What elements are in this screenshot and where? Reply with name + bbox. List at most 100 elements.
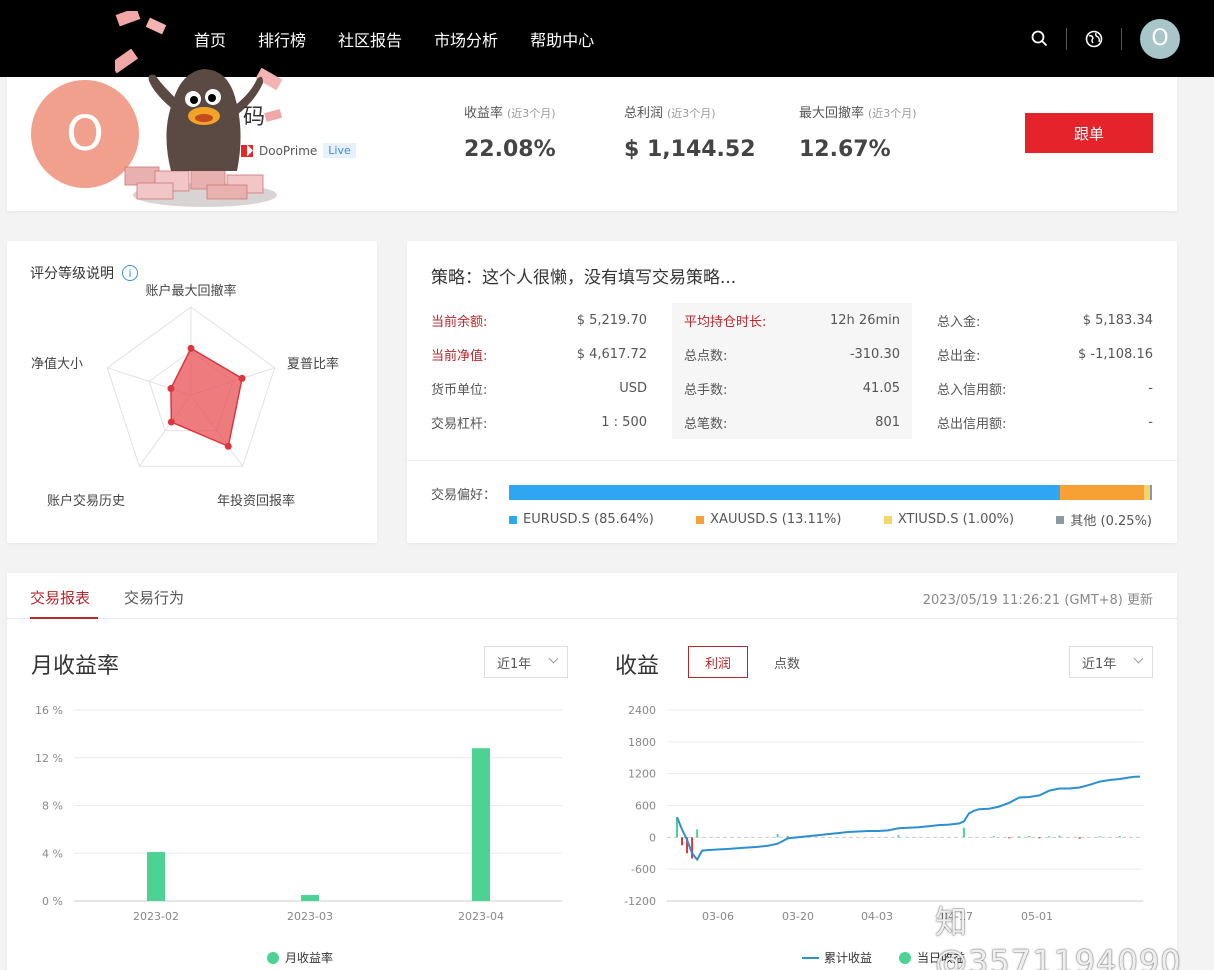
- stat-label: 总出信用额:: [937, 416, 1007, 432]
- stat-row: 总笔数: 801: [672, 405, 912, 439]
- kpi-period: (近3个月): [507, 107, 556, 120]
- legend-swatch: [1056, 515, 1065, 524]
- trader-name: 码: [243, 105, 266, 130]
- legend-swatch: [696, 515, 705, 524]
- stat-row: 总入信用额: -: [925, 371, 1165, 405]
- live-badge: Live: [323, 143, 356, 158]
- daily-profit-bar: [681, 837, 684, 846]
- stat-label: 总入信用额:: [937, 382, 1007, 398]
- kpi-value: 22.08%: [464, 137, 556, 162]
- stat-label: 平均持仓时长:: [684, 314, 767, 330]
- cumulative-profit-line[interactable]: [676, 775, 1141, 862]
- globe-icon[interactable]: [1085, 30, 1103, 48]
- y-tick-label: 2400: [628, 704, 656, 717]
- stat-value: $ 5,183.34: [1082, 312, 1153, 328]
- follow-button[interactable]: 跟单: [1025, 113, 1153, 153]
- nav-divider: [1066, 27, 1067, 50]
- legend-item: XTIUSD.S (1.00%): [883, 510, 1015, 529]
- stat-value: $ 5,219.70: [576, 312, 647, 328]
- info-icon[interactable]: i: [122, 265, 138, 281]
- daily-profit-bar: [1078, 837, 1081, 839]
- stat-row: 总点数: -310.30: [672, 337, 912, 371]
- user-avatar[interactable]: O: [1140, 18, 1180, 59]
- kpi-label: 最大回撤率: [799, 106, 865, 121]
- kpi-value: 12.67%: [799, 137, 891, 162]
- select-value: 近1年: [1082, 656, 1117, 672]
- radar-axis-label: 年投资回报率: [217, 493, 295, 509]
- nav-actions: O: [1030, 0, 1180, 77]
- daily-profit-bar: [897, 835, 900, 838]
- stat-row: 交易杠杆: 1 : 500: [419, 405, 659, 439]
- stat-label: 当前净值:: [431, 348, 488, 364]
- legend-label: XTIUSD.S (1.00%): [897, 512, 1015, 527]
- stat-label: 总手数:: [684, 382, 728, 398]
- radar-axis-label: 账户最大回撤率: [145, 283, 236, 299]
- stat-row: 当前净值: $ 4,617.72: [419, 337, 659, 371]
- daily-profit-bar: [696, 829, 699, 838]
- profit-mode-toggle[interactable]: 利润: [688, 646, 748, 678]
- stat-label: 货币单位:: [431, 382, 488, 398]
- kpi-value: $ 1,144.52: [624, 137, 756, 162]
- y-tick-label: 600: [635, 800, 656, 813]
- stat-value: -310.30: [849, 346, 900, 362]
- stat-row: 平均持仓时长: 12h 26min: [672, 303, 912, 337]
- preference-segment: [1150, 485, 1152, 500]
- legend-swatch: [509, 515, 517, 524]
- trader-profile-card: O 码 DooPrime Live 收益率 (近3个月) 22.08% 总利润 …: [7, 11, 1177, 211]
- kpi-label: 收益率: [464, 106, 504, 121]
- kpi-period: (近3个月): [667, 107, 716, 120]
- daily-profit-bar: [786, 835, 789, 838]
- preference-segment: [509, 485, 1060, 500]
- radar-score-point: [167, 384, 175, 392]
- nav-divider: [1121, 27, 1122, 50]
- radar-axis-label: 账户交易历史: [47, 493, 125, 509]
- stat-row: 当前余额: $ 5,219.70: [419, 303, 659, 337]
- radar-score-point: [238, 374, 246, 382]
- stat-row: 总手数: 41.05: [672, 371, 912, 405]
- legend-item: XAUUSD.S (13.11%): [696, 510, 841, 529]
- points-mode-toggle[interactable]: 点数: [767, 646, 807, 678]
- trade-preference-label: 交易偏好：: [431, 488, 497, 503]
- divider: [407, 460, 1177, 461]
- x-tick-label: 03-20: [782, 910, 814, 923]
- monthly-period-select[interactable]: 近1年: [484, 646, 568, 678]
- search-icon[interactable]: [1030, 30, 1048, 48]
- stat-label: 交易杠杆:: [431, 416, 488, 432]
- stat-value: 801: [875, 414, 900, 430]
- radar-axis-label: 夏普比率: [287, 356, 339, 372]
- kpi-max-drawdown: 最大回撤率 (近3个月) 12.67%: [799, 102, 917, 162]
- score-radar-card: 账户最大回撤率夏普比率年投资回报率 账户交易历史 净值大小 评分等级说明 i: [7, 241, 377, 543]
- chevron-down-icon: [1133, 653, 1144, 664]
- kpi-return-rate: 收益率 (近3个月) 22.08%: [464, 102, 556, 162]
- legend-item: 其他 (0.25%): [1056, 510, 1152, 529]
- stat-label: 总点数:: [684, 348, 728, 364]
- kpi-period: (近3个月): [868, 107, 917, 120]
- nav-community-report[interactable]: 社区报告: [338, 27, 402, 51]
- stat-value: USD: [619, 380, 647, 396]
- daily-profit-bar: [1038, 837, 1041, 839]
- stat-label: 总笔数:: [684, 416, 728, 432]
- nav-market-analysis[interactable]: 市场分析: [434, 27, 498, 51]
- score-radar-chart: 账户最大回撤率夏普比率年投资回报率 账户交易历史 净值大小: [31, 283, 339, 509]
- nav-help-center[interactable]: 帮助中心: [530, 27, 594, 51]
- daily-profit-bar: [1008, 837, 1011, 839]
- daily-profit-bar: [1048, 836, 1051, 838]
- radar-title-text: 评分等级说明: [30, 266, 114, 282]
- mascot-sticker-icon: [115, 11, 283, 207]
- stat-label: 总入金:: [937, 314, 981, 330]
- legend-label: EURUSD.S (85.64%): [523, 512, 654, 527]
- stat-row: 总出金: $ -1,108.16: [925, 337, 1165, 371]
- radar-axis-label: 净值大小: [31, 356, 83, 372]
- legend-label: 其他 (0.25%): [1070, 514, 1152, 529]
- select-value: 近1年: [497, 656, 532, 672]
- y-tick-label: 1200: [628, 768, 656, 781]
- profit-period-select[interactable]: 近1年: [1069, 646, 1153, 678]
- legend-label: XAUUSD.S (13.11%): [710, 512, 842, 527]
- radar-score-point: [187, 344, 195, 352]
- broker-logo-icon: [241, 144, 253, 157]
- strategy-card: 策略：这个人很懒，没有填写交易策略... 当前余额: $ 5,219.70 当前净值…: [407, 241, 1177, 543]
- y-tick-label: -600: [631, 863, 656, 876]
- broker-name: DooPrime: [259, 143, 318, 158]
- trade-stats-column: 平均持仓时长: 12h 26min 总点数: -310.30 总手数: 41.05 总笔数:…: [672, 303, 912, 439]
- daily-profit-bar: [776, 834, 779, 838]
